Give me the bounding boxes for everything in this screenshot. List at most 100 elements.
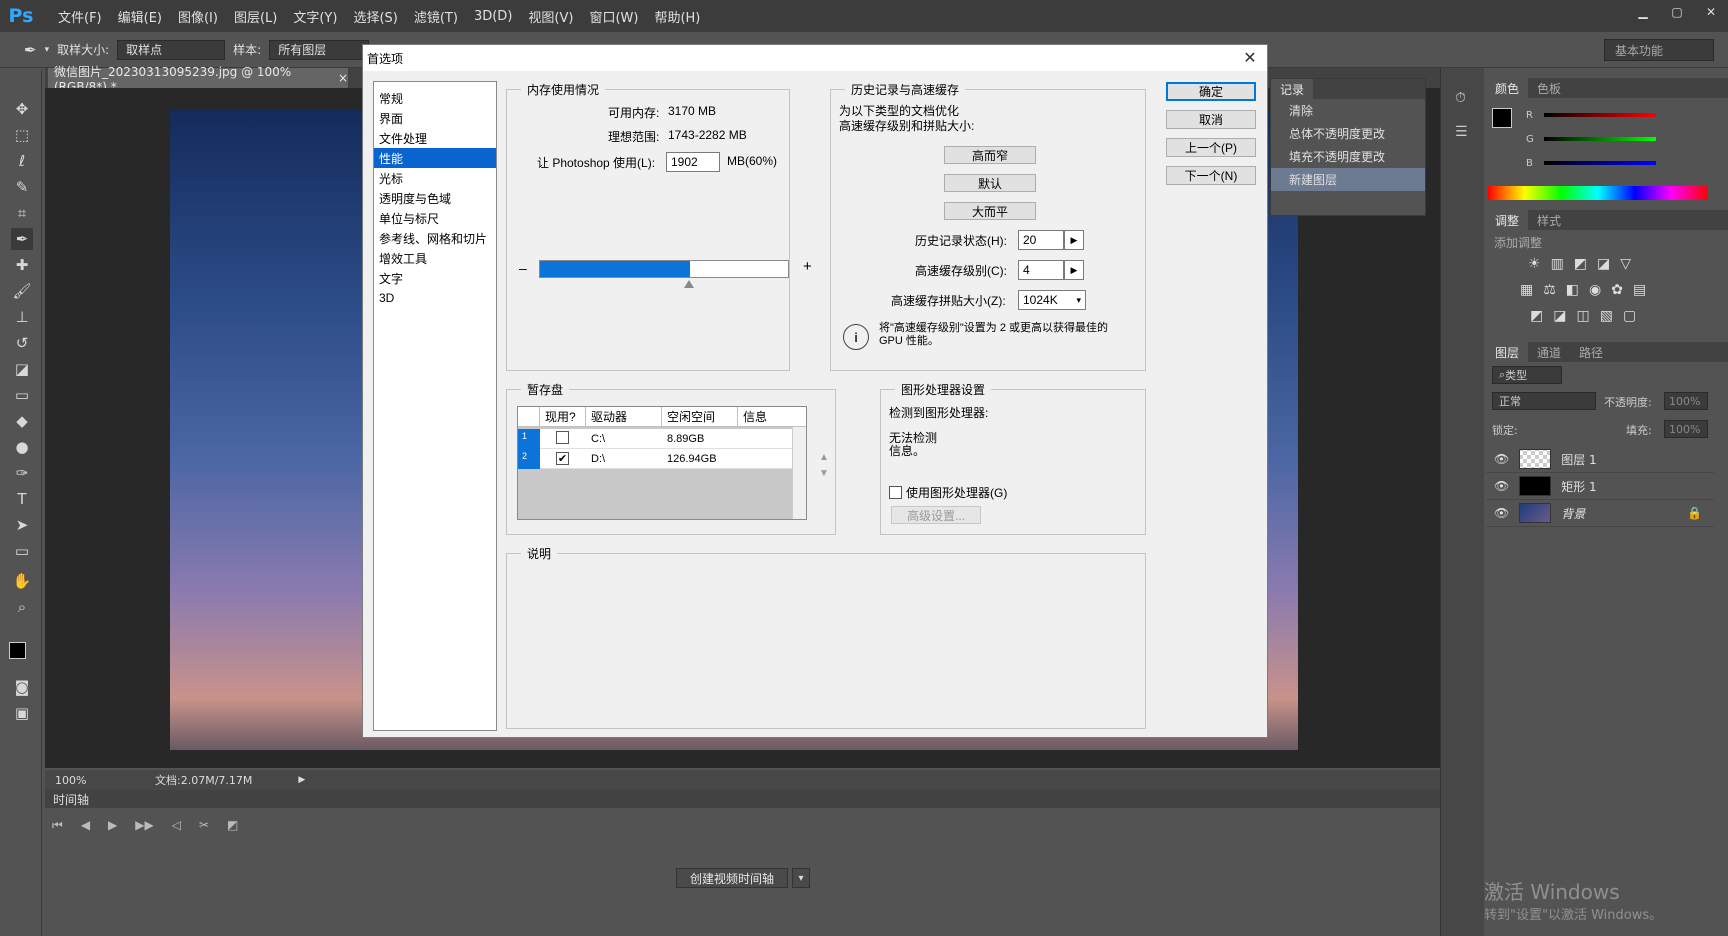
workspace-select[interactable]: 基本功能 (1604, 39, 1714, 61)
invert-icon[interactable]: ◩ (1530, 308, 1543, 324)
use-gpu-option[interactable]: 使用图形处理器(G) (889, 484, 1007, 501)
default-cache-button[interactable]: 默认 (944, 174, 1036, 192)
create-video-timeline-button[interactable]: 创建视频时间轴 (676, 868, 788, 888)
tool-preset-chevron-icon[interactable]: ▾ (45, 45, 50, 55)
visibility-eye-icon[interactable]: 👁 (1494, 452, 1509, 466)
category-general[interactable]: 常规 (374, 88, 496, 108)
category-transparency[interactable]: 透明度与色域 (374, 188, 496, 208)
cache-tile-size-select[interactable]: 1024K ▾ (1018, 290, 1086, 310)
menu-view[interactable]: 视图(V) (520, 7, 581, 26)
zoom-level[interactable]: 100% (55, 774, 95, 787)
close-window-icon[interactable]: ✕ (1694, 0, 1728, 24)
cancel-button[interactable]: 取消 (1166, 110, 1256, 129)
layer-row[interactable]: 👁 图层 1 (1486, 446, 1714, 473)
history-states-arrow-icon[interactable]: ▶ (1064, 230, 1084, 250)
channel-mixer-icon[interactable]: ✿ (1611, 282, 1623, 298)
history-item[interactable]: 清除 (1271, 99, 1425, 122)
brightness-icon[interactable]: ☀ (1528, 256, 1541, 272)
menu-layer[interactable]: 图层(L) (226, 7, 285, 26)
category-type[interactable]: 文字 (374, 268, 496, 288)
pen-tool-icon[interactable]: ✑ (11, 462, 33, 484)
channel-r-slider[interactable] (1544, 113, 1656, 117)
layer-filter-select[interactable]: ⌕ 类型 (1492, 366, 1562, 384)
color-lookup-icon[interactable]: ▤ (1633, 282, 1646, 298)
layer-row[interactable]: 👁 背景 🔒 (1486, 500, 1714, 527)
scratch-active-checkbox[interactable]: ✔ (556, 452, 569, 465)
memory-use-input[interactable]: 1902 (666, 152, 720, 172)
memory-slider-track[interactable] (539, 260, 789, 278)
shape-tool-icon[interactable]: ▭ (11, 540, 33, 562)
scratch-table-scrollbar[interactable] (792, 427, 806, 519)
visibility-eye-icon[interactable]: 👁 (1494, 506, 1509, 520)
category-plugins[interactable]: 增效工具 (374, 248, 496, 268)
sample-select[interactable]: 所有图层 (269, 39, 370, 60)
type-tool-icon[interactable]: T (11, 488, 33, 510)
levels-icon[interactable]: ▥ (1551, 256, 1564, 272)
gradient-map-icon[interactable]: ▧ (1600, 308, 1613, 324)
menu-image[interactable]: 图像(I) (170, 7, 226, 26)
category-3d[interactable]: 3D (374, 288, 496, 308)
memory-increase-icon[interactable]: + (803, 258, 812, 275)
eyedropper-tool-icon-selected[interactable]: ✒ (11, 228, 33, 250)
close-tab-icon[interactable]: × (338, 71, 348, 85)
minimize-icon[interactable]: ▁ (1626, 0, 1660, 24)
next-frame-icon[interactable]: ▶▶ (135, 818, 153, 833)
gpu-advanced-settings-button[interactable]: 高级设置... (891, 506, 981, 524)
eraser-tool-icon[interactable]: ◪ (11, 358, 33, 380)
status-menu-arrow-icon[interactable]: ▶ (298, 775, 305, 785)
selective-color-icon[interactable]: ▢ (1623, 308, 1636, 324)
ok-button[interactable]: 确定 (1166, 82, 1256, 101)
use-gpu-checkbox[interactable] (889, 486, 902, 499)
menu-help[interactable]: 帮助(H) (646, 7, 708, 26)
move-up-icon[interactable]: ▲ (819, 450, 829, 466)
big-flat-button[interactable]: 大而平 (944, 202, 1036, 220)
menu-window[interactable]: 窗口(W) (581, 7, 646, 26)
category-guides-grid[interactable]: 参考线、网格和切片 (374, 228, 496, 248)
memory-decrease-icon[interactable]: – (519, 260, 527, 276)
history-brush-tool-icon[interactable]: ↺ (11, 332, 33, 354)
category-interface[interactable]: 界面 (374, 108, 496, 128)
blend-mode-select[interactable]: 正常 (1492, 392, 1596, 410)
curves-icon[interactable]: ◩ (1574, 256, 1587, 272)
move-down-icon[interactable]: ▼ (819, 466, 829, 482)
fill-field[interactable]: 100% (1664, 420, 1708, 438)
table-row[interactable]: 1 C:\ 8.89GB (518, 428, 792, 449)
tab-history[interactable]: 记录 (1271, 79, 1314, 99)
path-select-tool-icon[interactable]: ➤ (11, 514, 33, 536)
category-performance[interactable]: 性能 (374, 148, 496, 168)
crop-tool-icon[interactable]: ⌗ (11, 202, 33, 224)
next-button[interactable]: 下一个(N) (1166, 166, 1256, 185)
quick-select-tool-icon[interactable]: ✎ (11, 176, 33, 198)
tab-layers[interactable]: 图层 (1486, 342, 1529, 362)
history-item[interactable]: 总体不透明度更改 (1271, 122, 1425, 145)
tab-swatches[interactable]: 色板 (1528, 78, 1570, 98)
properties-panel-icon[interactable]: ☰ (1455, 124, 1484, 140)
vibrance-icon[interactable]: ▽ (1620, 256, 1631, 272)
previous-button[interactable]: 上一个(P) (1166, 138, 1256, 157)
black-white-icon[interactable]: ◧ (1566, 282, 1579, 298)
play-icon[interactable]: ▶ (108, 818, 117, 833)
tab-styles[interactable]: 样式 (1528, 210, 1570, 230)
menu-edit[interactable]: 编辑(E) (110, 7, 170, 26)
channel-g-slider[interactable] (1544, 137, 1656, 141)
menu-file[interactable]: 文件(F) (50, 7, 110, 26)
healing-brush-tool-icon[interactable]: ✚ (11, 254, 33, 276)
scratch-active-checkbox[interactable] (556, 430, 569, 444)
tab-channels[interactable]: 通道 (1528, 342, 1570, 362)
hand-tool-icon[interactable]: ✋ (11, 570, 33, 592)
zoom-tool-icon[interactable]: ⌕ (11, 596, 33, 618)
transition-icon[interactable]: ◩ (227, 818, 238, 833)
move-tool-icon[interactable]: ✥ (11, 98, 33, 120)
color-spectrum[interactable] (1488, 186, 1708, 200)
screen-mode-icon[interactable]: ▣ (11, 702, 33, 724)
tab-adjustments[interactable]: 调整 (1486, 210, 1529, 230)
table-row[interactable]: 2 ✔ D:\ 126.94GB (518, 448, 792, 469)
quick-mask-icon[interactable]: ◙ (11, 676, 33, 698)
maximize-icon[interactable]: ▢ (1660, 0, 1694, 24)
gradient-tool-icon[interactable]: ▭ (11, 384, 33, 406)
go-to-first-frame-icon[interactable]: ⏮ (52, 818, 63, 833)
category-file-handling[interactable]: 文件处理 (374, 128, 496, 148)
history-states-input[interactable]: 20 (1018, 230, 1064, 250)
lasso-tool-icon[interactable]: ℓ (11, 150, 33, 172)
category-units-rulers[interactable]: 单位与标尺 (374, 208, 496, 228)
